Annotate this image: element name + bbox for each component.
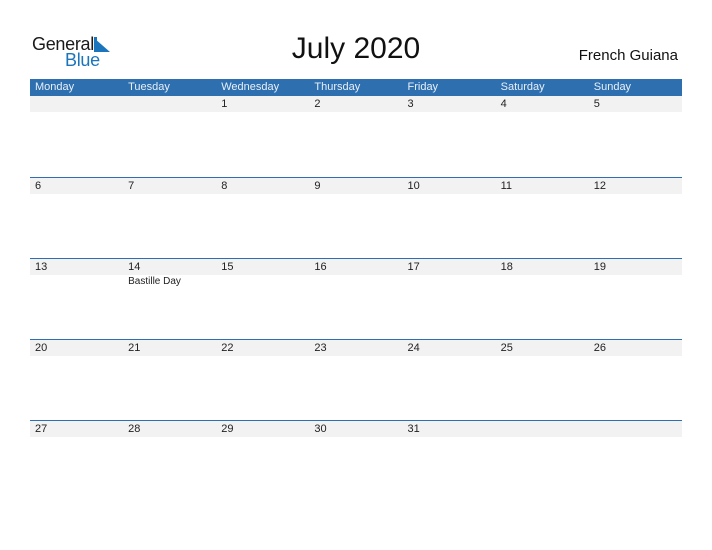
event-row: Bastille Day bbox=[30, 275, 682, 289]
day-number: 11 bbox=[500, 180, 513, 192]
day-number: 6 bbox=[35, 180, 42, 192]
day-number: 4 bbox=[500, 98, 507, 110]
weekday-header: Sunday bbox=[593, 81, 632, 93]
week-row: 20 21 22 23 24 25 26 bbox=[30, 339, 682, 420]
day-number-row: 13 14 15 16 17 18 19 bbox=[30, 258, 682, 275]
day-number: 23 bbox=[314, 342, 327, 354]
holiday-label bbox=[30, 275, 123, 289]
day-number: 19 bbox=[593, 261, 606, 273]
day-number: 2 bbox=[314, 98, 321, 110]
weekday-header: Wednesday bbox=[221, 81, 280, 93]
day-number: 14 bbox=[128, 261, 141, 273]
weekday-header: Friday bbox=[407, 81, 439, 93]
day-number-row: 6 7 8 9 10 11 12 bbox=[30, 177, 682, 194]
country-label: French Guiana bbox=[578, 47, 678, 64]
day-number bbox=[30, 96, 123, 112]
day-number: 20 bbox=[35, 342, 48, 354]
day-number: 7 bbox=[128, 180, 135, 192]
day-number: 5 bbox=[593, 98, 600, 110]
day-number: 27 bbox=[35, 423, 48, 435]
day-number: 21 bbox=[128, 342, 141, 354]
day-number: 25 bbox=[500, 342, 513, 354]
day-number: 28 bbox=[128, 423, 141, 435]
day-number: 12 bbox=[593, 180, 606, 192]
weekday-header: Saturday bbox=[500, 81, 545, 93]
weekday-header: Tuesday bbox=[128, 81, 170, 93]
day-number bbox=[123, 96, 216, 112]
holiday-label bbox=[589, 275, 682, 289]
day-number: 9 bbox=[314, 180, 321, 192]
day-number: 24 bbox=[407, 342, 420, 354]
day-number-row: 20 21 22 23 24 25 26 bbox=[30, 339, 682, 356]
day-number: 26 bbox=[593, 342, 606, 354]
day-number: 10 bbox=[407, 180, 420, 192]
weekday-header: Thursday bbox=[314, 81, 361, 93]
day-number bbox=[496, 421, 589, 437]
week-row: 1 2 3 4 5 bbox=[30, 96, 682, 177]
day-number: 1 bbox=[221, 98, 228, 110]
day-number: 31 bbox=[407, 423, 420, 435]
holiday-label bbox=[309, 275, 402, 289]
day-number: 18 bbox=[500, 261, 513, 273]
day-number: 30 bbox=[314, 423, 327, 435]
day-number-row: 1 2 3 4 5 bbox=[30, 96, 682, 112]
holiday-label bbox=[403, 275, 496, 289]
day-number: 15 bbox=[221, 261, 234, 273]
day-number: 3 bbox=[407, 98, 414, 110]
calendar-grid: Monday Tuesday Wednesday Thursday Friday… bbox=[30, 79, 682, 501]
week-row: 27 28 29 30 31 bbox=[30, 420, 682, 501]
holiday-label bbox=[216, 275, 309, 289]
week-row: 13 14 15 16 17 18 19 Bastille Day bbox=[30, 258, 682, 339]
day-number: 8 bbox=[221, 180, 228, 192]
day-number: 16 bbox=[314, 261, 327, 273]
weekday-header-row: Monday Tuesday Wednesday Thursday Friday… bbox=[30, 79, 682, 96]
day-number: 22 bbox=[221, 342, 234, 354]
day-number: 17 bbox=[407, 261, 420, 273]
day-number: 29 bbox=[221, 423, 234, 435]
holiday-label bbox=[496, 275, 589, 289]
day-number bbox=[589, 421, 682, 437]
week-row: 6 7 8 9 10 11 12 bbox=[30, 177, 682, 258]
weekday-header: Monday bbox=[35, 81, 75, 93]
day-number-row: 27 28 29 30 31 bbox=[30, 420, 682, 437]
holiday-label: Bastille Day bbox=[128, 276, 181, 287]
day-number: 13 bbox=[35, 261, 48, 273]
